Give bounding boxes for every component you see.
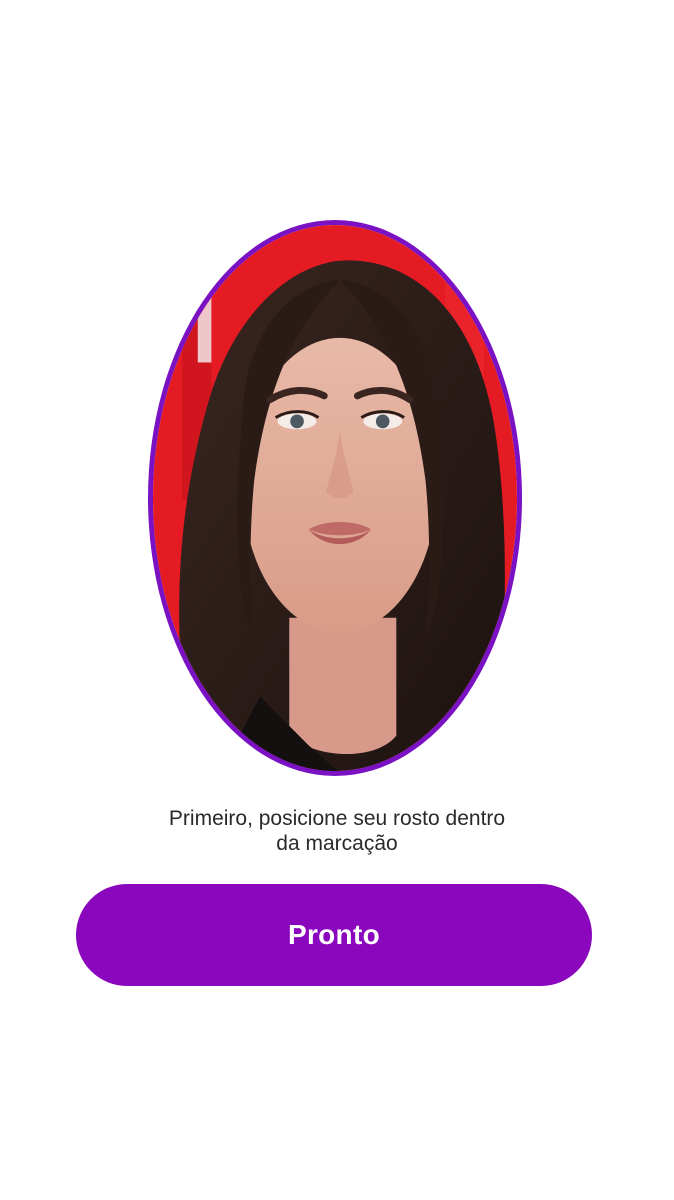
instruction-line-2: da marcação (276, 832, 398, 855)
face-oval-frame (148, 220, 522, 776)
face-capture-screen: Primeiro, posicione seu rosto dentro da … (0, 0, 674, 1200)
face-photo (153, 225, 517, 771)
pronto-button[interactable]: Pronto (76, 884, 592, 986)
instruction-line-1: Primeiro, posicione seu rosto dentro (168, 807, 506, 830)
instruction-text: Primeiro, posicione seu rosto dentro da … (110, 806, 564, 856)
